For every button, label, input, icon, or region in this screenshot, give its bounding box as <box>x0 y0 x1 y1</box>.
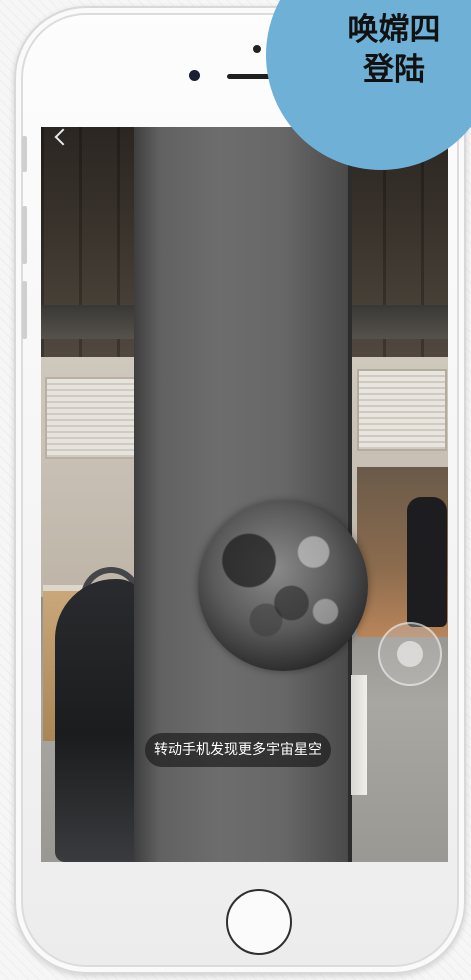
ar-camera-view: 转动手机发现更多宇宙星空 <box>41 127 448 862</box>
ar-joystick-knob[interactable] <box>397 641 423 667</box>
moon-icon[interactable] <box>198 501 368 671</box>
ar-joystick-icon[interactable] <box>378 622 442 686</box>
window-right <box>357 369 447 451</box>
promo-badge-line1: 唤嫦四 <box>347 12 441 48</box>
promo-badge-line2: 登陆 <box>363 52 425 88</box>
volume-down-button <box>22 281 27 339</box>
plant-pot <box>351 675 367 795</box>
mute-switch <box>22 136 27 172</box>
home-button-icon[interactable] <box>226 889 292 955</box>
chair-right <box>407 497 447 627</box>
promo-badge-text: 唤嫦四 登陆 <box>330 10 458 90</box>
camera-dot-icon <box>189 70 200 81</box>
volume-up-button <box>22 206 27 264</box>
window-left <box>45 377 141 459</box>
proximity-sensor <box>253 45 261 53</box>
rotate-phone-hint: 转动手机发现更多宇宙星空 <box>145 733 331 767</box>
page: 转动手机发现更多宇宙星空 唤嫦四 登陆 <box>0 0 471 980</box>
